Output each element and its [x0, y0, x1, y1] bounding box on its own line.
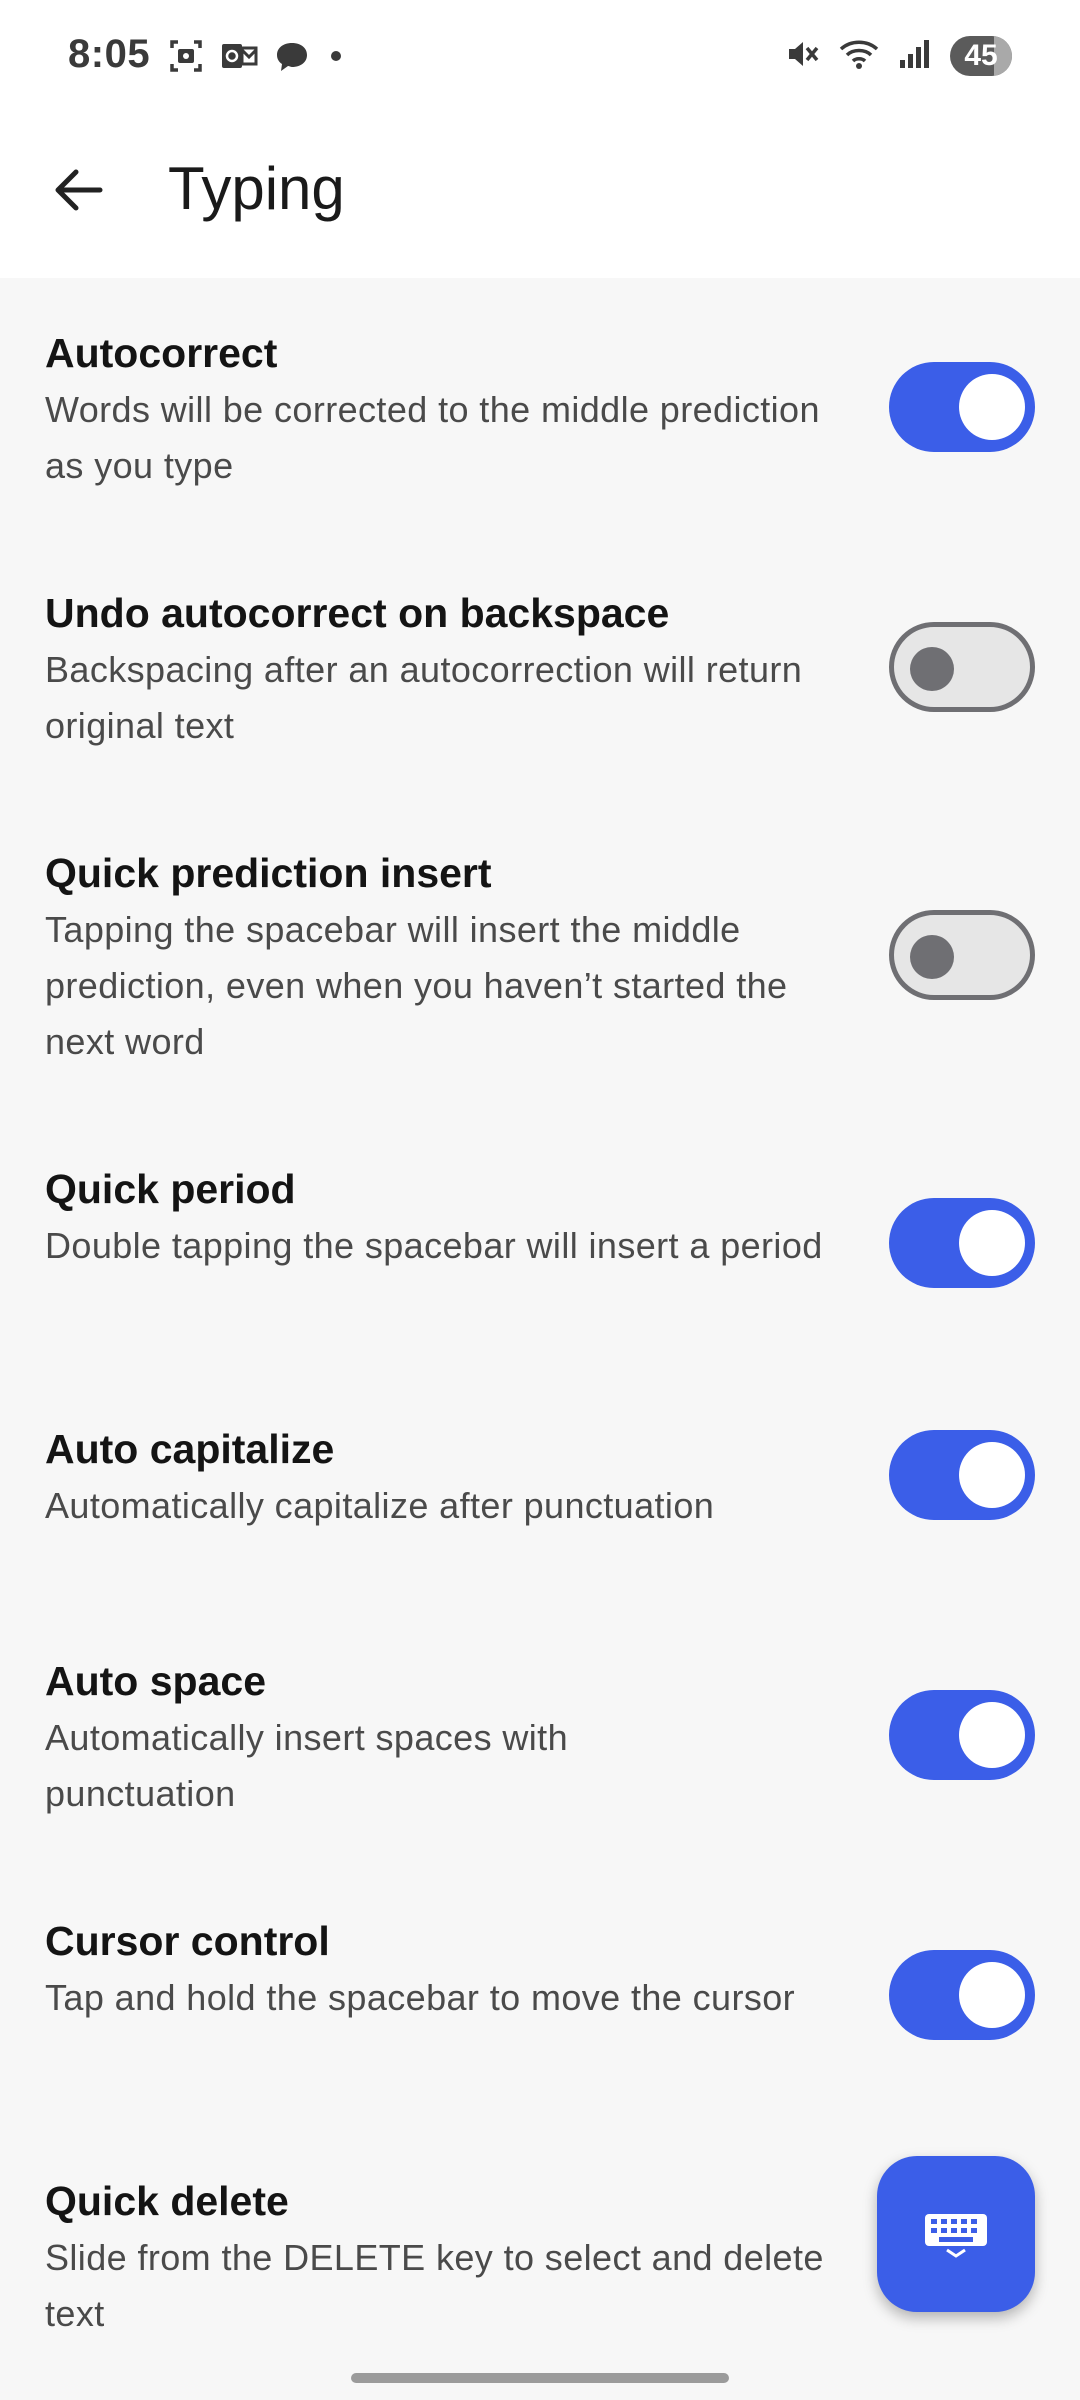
cursor-control-toggle[interactable] [889, 1950, 1035, 2040]
setting-description: Backspacing after an autocorrection will… [45, 649, 803, 746]
setting-title: Auto space [45, 1658, 266, 1704]
keyboard-fab-button[interactable] [877, 2156, 1035, 2312]
status-notification-icons [168, 38, 346, 78]
screenshot-icon [168, 38, 204, 79]
mute-icon [784, 36, 820, 77]
toggle-knob [959, 374, 1025, 440]
chat-bubble-icon [274, 38, 310, 79]
setting-description: Automatically capitalize after punctuati… [45, 1485, 715, 1526]
setting-description: Tap and hold the spacebar to move the cu… [45, 1977, 796, 2018]
app-bar: Typing [0, 120, 1080, 278]
toggle-knob [959, 1702, 1025, 1768]
dot-icon [326, 38, 346, 79]
back-button[interactable] [38, 150, 118, 230]
setting-title: Auto capitalize [45, 1426, 335, 1472]
battery-indicator: 45 [950, 36, 1012, 76]
quick-period-toggle[interactable] [889, 1198, 1035, 1288]
setting-title: Quick prediction insert [45, 850, 492, 896]
setting-auto-space[interactable]: Auto space Automatically insert spaces w… [0, 1606, 1080, 1866]
setting-description: Words will be corrected to the middle pr… [45, 389, 820, 486]
toggle-knob [959, 1210, 1025, 1276]
page-title: Typing [168, 155, 345, 222]
battery-level: 45 [964, 39, 998, 72]
setting-auto-capitalize[interactable]: Auto capitalize Automatically capitalize… [0, 1374, 1080, 1606]
setting-description: Automatically insert spaces with punctua… [45, 1717, 569, 1814]
setting-description: Tapping the spacebar will insert the mid… [45, 909, 788, 1062]
auto-capitalize-toggle[interactable] [889, 1430, 1035, 1520]
setting-title: Quick delete [45, 2178, 289, 2224]
setting-undo-autocorrect[interactable]: Undo autocorrect on backspace Backspacin… [0, 538, 1080, 798]
wifi-icon [838, 36, 880, 77]
setting-title: Quick period [45, 1166, 296, 1212]
setting-quick-period[interactable]: Quick period Double tapping the spacebar… [0, 1114, 1080, 1374]
auto-space-toggle[interactable] [889, 1690, 1035, 1780]
setting-description: Slide from the DELETE key to select and … [45, 2237, 824, 2334]
autocorrect-toggle[interactable] [889, 362, 1035, 452]
setting-quick-prediction-insert[interactable]: Quick prediction insert Tapping the spac… [0, 798, 1080, 1114]
status-system-icons: 45 [784, 34, 1012, 78]
setting-cursor-control[interactable]: Cursor control Tap and hold the spacebar… [0, 1866, 1080, 2126]
setting-title: Cursor control [45, 1918, 330, 1964]
toggle-knob [910, 935, 954, 979]
status-time: 8:05 [68, 32, 151, 76]
setting-autocorrect[interactable]: Autocorrect Words will be corrected to t… [0, 278, 1080, 538]
navigation-gesture-bar[interactable] [351, 2373, 729, 2383]
keyboard-icon [925, 2214, 987, 2258]
status-bar: 8:05 45 [0, 0, 1080, 120]
setting-title: Autocorrect [45, 330, 278, 376]
setting-title: Undo autocorrect on backspace [45, 590, 670, 636]
setting-description: Double tapping the spacebar will insert … [45, 1225, 823, 1266]
outlook-icon [220, 38, 258, 79]
undo-autocorrect-toggle[interactable] [889, 622, 1035, 712]
quick-prediction-insert-toggle[interactable] [889, 910, 1035, 1000]
toggle-knob [910, 647, 954, 691]
toggle-knob [959, 1442, 1025, 1508]
cell-signal-icon [898, 36, 932, 77]
arrow-back-icon [55, 169, 103, 211]
toggle-knob [959, 1962, 1025, 2028]
